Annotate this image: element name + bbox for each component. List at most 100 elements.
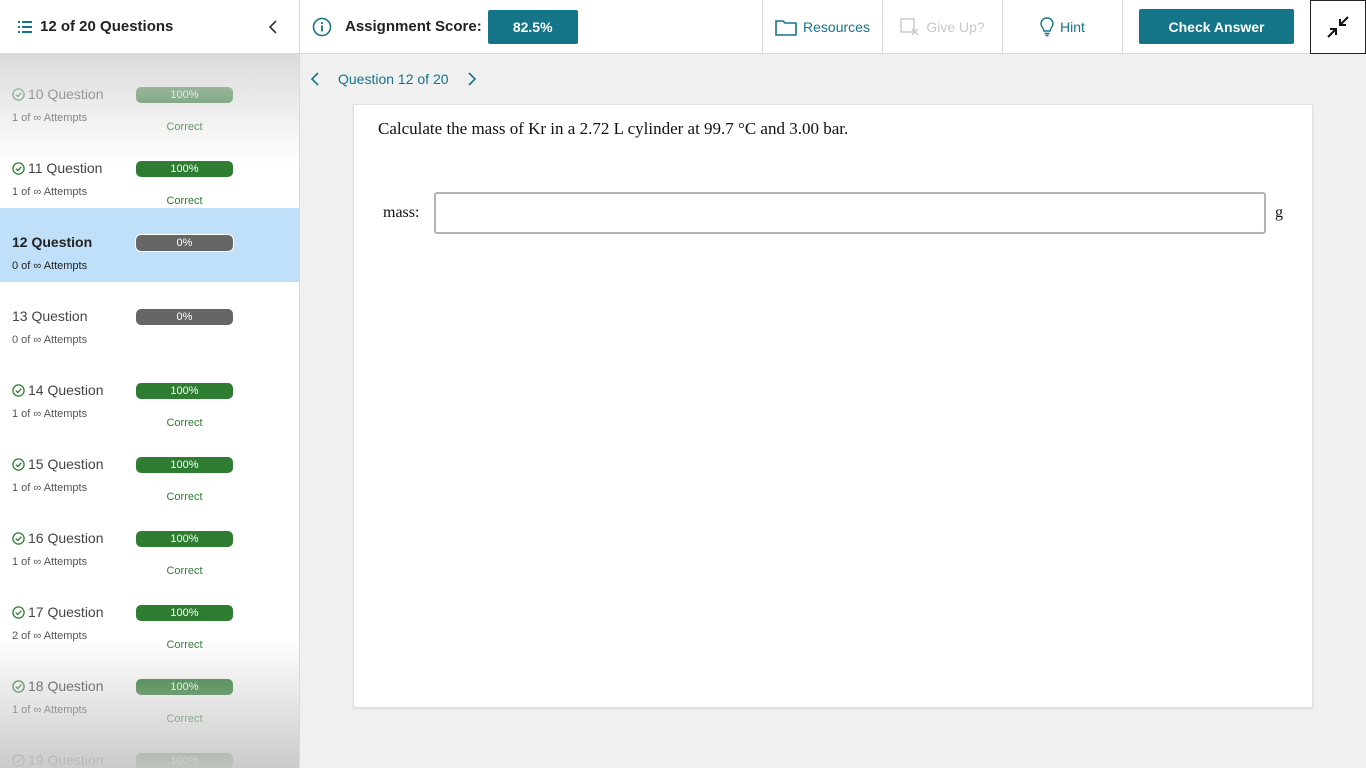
give-up-label: Give Up?	[926, 18, 985, 35]
status-label: Correct	[166, 417, 203, 429]
question-name: 14 Question	[12, 382, 104, 398]
assignment-score-label: Assignment Score:	[345, 18, 482, 35]
status-label: Correct	[166, 565, 203, 577]
question-list: 10 Question 1 of ∞ Attempts 100% Correct 11 …	[0, 60, 299, 768]
question-name-label: 12 Question	[12, 234, 93, 250]
question-name: 17 Question	[12, 604, 104, 620]
folder-icon	[775, 19, 797, 36]
check-circle-icon	[12, 679, 25, 693]
next-question-button[interactable]	[465, 72, 479, 86]
sidebar-question-item[interactable]: 14 Question 1 of ∞ Attempts 100% Correct	[0, 356, 299, 430]
status-label: Correct	[166, 121, 203, 133]
status-label: Correct	[166, 713, 203, 725]
collapse-sidebar-button[interactable]	[263, 17, 283, 37]
question-name: 13 Question	[12, 308, 88, 324]
question-name-label: 19 Question	[28, 752, 104, 768]
question-sidebar: 12 of 20 Questions 10 Question 1 of ∞ Att…	[0, 0, 300, 768]
question-card: Calculate the mass of Kr in a 2.72 L cyl…	[353, 104, 1313, 708]
sidebar-question-item[interactable]: 11 Question 1 of ∞ Attempts 100% Correct	[0, 134, 299, 208]
score-bar: 100%	[135, 752, 234, 768]
check-answer-button[interactable]: Check Answer	[1139, 9, 1294, 44]
check-circle-icon	[12, 605, 25, 619]
answer-label: mass:	[383, 204, 420, 221]
hint-button[interactable]: Hint	[1003, 0, 1123, 54]
resources-label: Resources	[803, 18, 870, 35]
attempts-label: 1 of ∞ Attempts	[12, 556, 88, 568]
question-name-label: 16 Question	[28, 530, 104, 546]
chevron-right-icon	[467, 72, 476, 86]
give-up-icon	[900, 17, 919, 35]
question-name-label: 15 Question	[28, 456, 104, 472]
sidebar-question-item[interactable]: 16 Question 1 of ∞ Attempts 100% Correct	[0, 504, 299, 578]
check-circle-icon	[12, 457, 25, 471]
resources-button[interactable]: Resources	[763, 0, 883, 54]
chevron-left-icon	[311, 72, 319, 86]
check-circle-icon	[12, 753, 25, 767]
attempts-label: 1 of ∞ Attempts	[12, 482, 88, 494]
question-name-label: 17 Question	[28, 604, 104, 620]
question-name: 19 Question	[12, 752, 104, 768]
score-bar: 100%	[135, 456, 234, 474]
check-circle-icon	[12, 383, 25, 397]
question-name-label: 14 Question	[28, 382, 104, 398]
answer-row: mass: g	[383, 192, 1283, 234]
assignment-score-area: Assignment Score: 82.5%	[300, 0, 763, 54]
info-icon[interactable]	[312, 17, 332, 37]
answer-unit: g	[1275, 204, 1283, 221]
question-name: 16 Question	[12, 530, 104, 546]
attempts-label: 0 of ∞ Attempts	[12, 260, 88, 272]
score-bar: 100%	[135, 160, 234, 178]
attempts-label: 1 of ∞ Attempts	[12, 704, 88, 716]
sidebar-question-item[interactable]: 10 Question 1 of ∞ Attempts 100% Correct	[0, 60, 299, 134]
question-name-label: 11 Question	[28, 160, 103, 176]
question-navigation: Question 12 of 20	[300, 54, 1366, 104]
question-name: 18 Question	[12, 678, 104, 694]
top-toolbar: Assignment Score: 82.5% Resources Give U…	[300, 0, 1366, 54]
sidebar-question-item[interactable]: 13 Question 0 of ∞ Attempts 0%	[0, 282, 299, 356]
attempts-label: 1 of ∞ Attempts	[12, 112, 88, 124]
question-name: 15 Question	[12, 456, 104, 472]
score-bar: 0%	[135, 308, 234, 326]
score-bar: 100%	[135, 530, 234, 548]
assignment-score-badge: 82.5%	[487, 9, 578, 44]
question-name-label: 13 Question	[12, 308, 88, 324]
attempts-label: 2 of ∞ Attempts	[12, 630, 88, 642]
previous-question-button[interactable]	[308, 72, 322, 86]
hint-label: Hint	[1060, 18, 1085, 35]
score-bar: 0%	[135, 234, 234, 252]
status-label: Correct	[166, 639, 203, 651]
check-circle-icon	[12, 531, 25, 545]
question-name-label: 10 Question	[28, 86, 104, 102]
question-name: 12 Question	[12, 234, 92, 250]
sidebar-question-item[interactable]: 19 Question 100%	[0, 726, 299, 768]
question-name-label: 18 Question	[28, 678, 104, 694]
chevron-left-icon	[268, 19, 277, 34]
attempts-label: 1 of ∞ Attempts	[12, 408, 88, 420]
question-name: 11 Question	[12, 160, 102, 176]
question-name: 10 Question	[12, 86, 104, 102]
sidebar-question-item[interactable]: 18 Question 1 of ∞ Attempts 100% Correct	[0, 652, 299, 726]
sidebar-question-item[interactable]: 12 Question 0 of ∞ Attempts 0%	[0, 208, 299, 282]
attempts-label: 0 of ∞ Attempts	[12, 334, 88, 346]
exit-fullscreen-button[interactable]	[1310, 0, 1366, 54]
check-circle-icon	[12, 161, 25, 175]
score-bar: 100%	[135, 86, 234, 104]
score-bar: 100%	[135, 678, 234, 696]
sidebar-header: 12 of 20 Questions	[0, 0, 299, 54]
collapse-arrows-icon	[1327, 16, 1349, 38]
status-label: Correct	[166, 491, 203, 503]
lightbulb-icon	[1040, 16, 1054, 36]
sidebar-question-item[interactable]: 15 Question 1 of ∞ Attempts 100% Correct	[0, 430, 299, 504]
question-text: Calculate the mass of Kr in a 2.72 L cyl…	[378, 119, 849, 138]
check-circle-icon	[12, 87, 25, 101]
sidebar-title: 12 of 20 Questions	[40, 18, 174, 35]
list-icon	[18, 20, 32, 33]
sidebar-question-item[interactable]: 17 Question 2 of ∞ Attempts 100% Correct	[0, 578, 299, 652]
mass-answer-input[interactable]	[434, 192, 1266, 234]
status-label: Correct	[166, 195, 203, 207]
score-bar: 100%	[135, 382, 234, 400]
give-up-button[interactable]: Give Up?	[883, 0, 1003, 54]
attempts-label: 1 of ∞ Attempts	[12, 186, 88, 198]
question-position-label: Question 12 of 20	[338, 71, 449, 87]
score-bar: 100%	[135, 604, 234, 622]
